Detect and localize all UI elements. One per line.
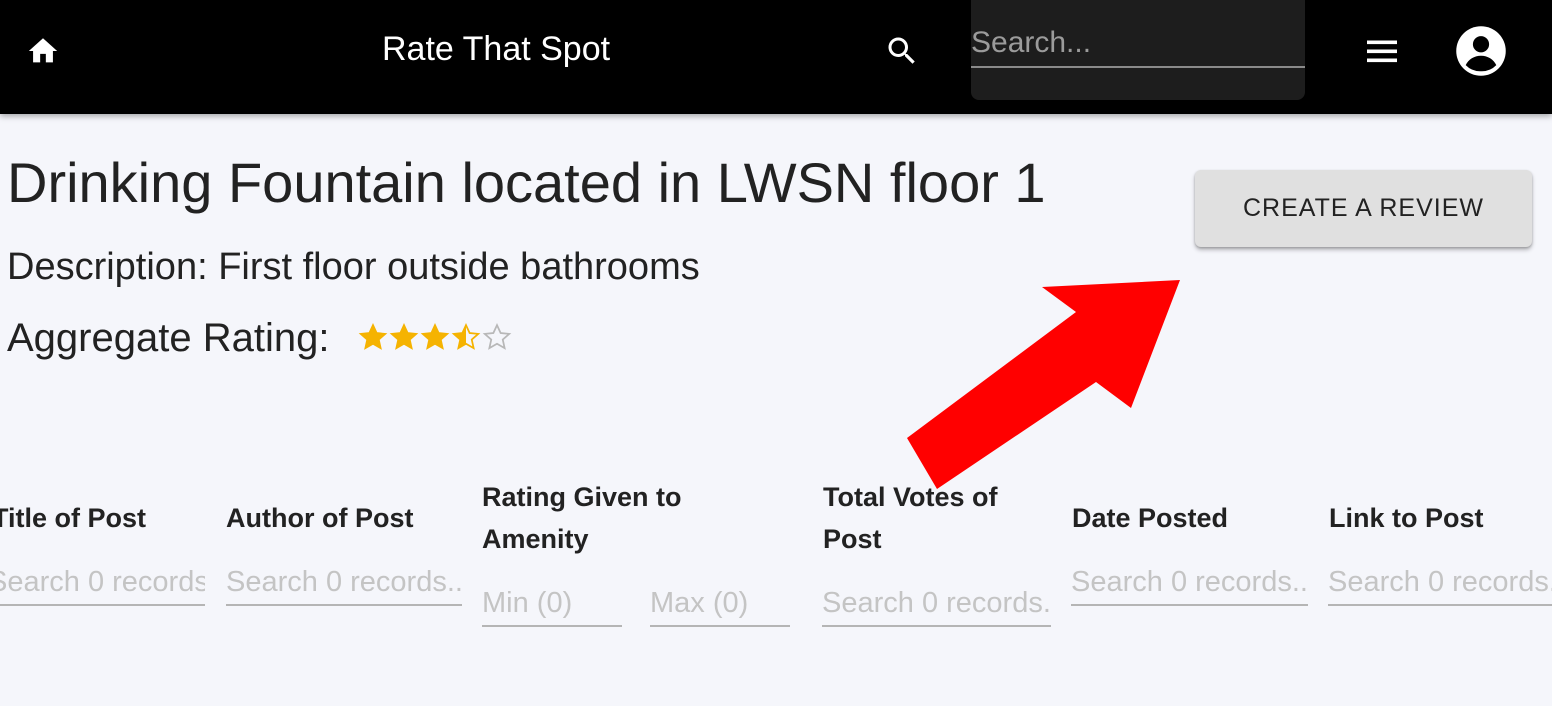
app-title: Rate That Spot [382,30,611,68]
star-full-icon [358,323,388,350]
column-header-date[interactable]: Date Posted [1072,497,1228,539]
aggregate-rating-label: Aggregate Rating: [7,316,330,360]
rating-max-input[interactable] [650,581,790,627]
place-description: Description: First floor outside bathroo… [7,246,700,288]
star-full-icon [420,323,450,350]
column-header-rating[interactable]: Rating Given to Amenity [482,476,682,560]
star-half-icon [451,323,481,350]
app-bar: Rate That Spot [0,0,1552,114]
menu-icon[interactable] [1364,36,1400,66]
star-full-icon [389,323,419,350]
column-header-title[interactable]: Title of Post [0,497,146,539]
rating-min-input[interactable] [482,581,622,627]
search-icon[interactable] [884,33,920,69]
search-input[interactable] [971,20,1305,68]
date-filter-input[interactable] [1071,560,1308,606]
page-title: Drinking Fountain located in LWSN floor … [7,151,1046,214]
column-header-author[interactable]: Author of Post [226,497,413,539]
search-box [971,0,1305,100]
star-rating [358,322,513,354]
column-header-rating-line2: Amenity [482,524,589,554]
column-header-link[interactable]: Link to Post [1329,497,1484,539]
author-filter-input[interactable] [226,560,462,606]
title-filter-input[interactable] [0,560,205,606]
votes-filter-input[interactable] [822,581,1051,627]
column-header-votes-line2: Post [823,524,882,554]
account-icon[interactable] [1454,24,1508,78]
link-filter-input[interactable] [1328,560,1552,606]
star-empty-icon [482,323,512,350]
column-header-total-votes[interactable]: Total Votes of Post [823,476,998,560]
home-icon[interactable] [24,34,62,68]
create-review-button[interactable]: CREATE A REVIEW [1195,170,1532,247]
column-header-rating-line1: Rating Given to [482,482,682,512]
column-header-votes-line1: Total Votes of [823,482,998,512]
